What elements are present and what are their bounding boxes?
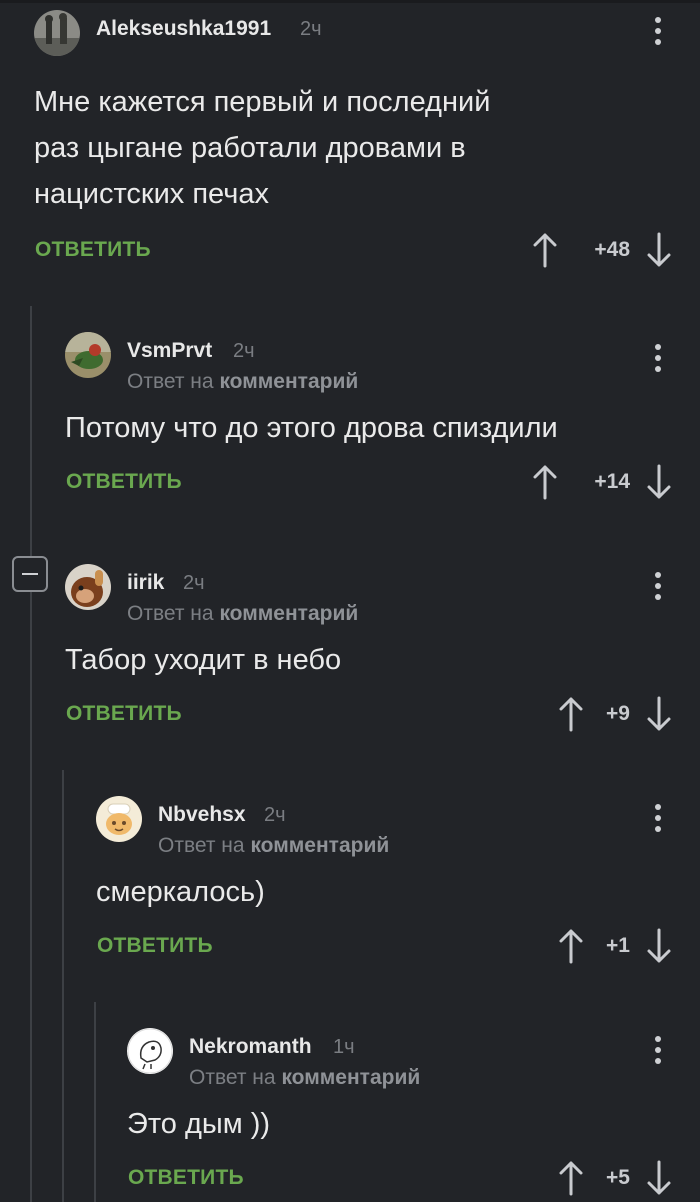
avatar[interactable] [65, 564, 111, 610]
arrow-up-icon[interactable] [558, 1160, 584, 1196]
arrow-down-icon[interactable] [646, 232, 672, 268]
avatar[interactable] [65, 332, 111, 378]
more-vertical-icon [655, 1036, 661, 1042]
arrow-down-icon[interactable] [646, 464, 672, 500]
score: +14 [594, 470, 630, 493]
arrow-up-icon[interactable] [558, 696, 584, 732]
arrow-down-icon[interactable] [646, 1160, 672, 1196]
reply-to-label: Ответ на комментарий [189, 1066, 421, 1089]
collapse-thread-button[interactable] [12, 556, 48, 592]
reply-button[interactable]: ОТВЕТИТЬ [66, 470, 182, 494]
top-divider [0, 0, 700, 3]
score: +5 [606, 1166, 630, 1189]
comment-text: Это дым )) [127, 1108, 271, 1140]
timestamp: 2ч [183, 572, 205, 594]
score: +9 [606, 702, 630, 725]
vote-controls: +1 [558, 928, 672, 964]
reply-to-link[interactable]: комментарий [219, 370, 358, 393]
minus-icon [22, 573, 38, 575]
avatar[interactable] [127, 1028, 173, 1074]
reply-to-label: Ответ на комментарий [127, 370, 359, 393]
arrow-down-icon[interactable] [646, 928, 672, 964]
reply-to-link[interactable]: комментарий [219, 602, 358, 625]
reply-to-label: Ответ на комментарий [158, 834, 390, 857]
comment-menu-button[interactable] [648, 13, 668, 49]
reply-to-label: Ответ на комментарий [127, 602, 359, 625]
username[interactable]: Nbvehsx [158, 803, 246, 827]
arrow-up-icon[interactable] [532, 464, 558, 500]
more-vertical-icon [655, 17, 661, 23]
timestamp: 1ч [333, 1036, 355, 1058]
comment-text: смеркалось) [96, 876, 265, 908]
comment-menu-button[interactable] [648, 568, 668, 604]
comment-text: Мне кажется первый и последний раз цыган… [34, 86, 491, 210]
username[interactable]: Nekromanth [189, 1035, 312, 1059]
avatar[interactable] [96, 796, 142, 842]
reply-button[interactable]: ОТВЕТИТЬ [66, 702, 182, 726]
reply-button[interactable]: ОТВЕТИТЬ [35, 238, 151, 262]
reply-to-link[interactable]: комментарий [281, 1066, 420, 1089]
vote-controls: +5 [558, 1160, 672, 1196]
timestamp: 2ч [264, 804, 286, 826]
reply-to-link[interactable]: комментарий [250, 834, 389, 857]
comment-menu-button[interactable] [648, 800, 668, 836]
reply-button[interactable]: ОТВЕТИТЬ [97, 934, 213, 958]
timestamp: 2ч [300, 18, 322, 40]
reply-button[interactable]: ОТВЕТИТЬ [128, 1166, 244, 1190]
score: +48 [594, 238, 630, 261]
avatar[interactable] [34, 10, 80, 56]
vote-controls: +48 [532, 232, 672, 268]
arrow-up-icon[interactable] [532, 232, 558, 268]
arrow-up-icon[interactable] [558, 928, 584, 964]
score: +1 [606, 934, 630, 957]
comment-menu-button[interactable] [648, 340, 668, 376]
timestamp: 2ч [233, 340, 255, 362]
comment-menu-button[interactable] [648, 1032, 668, 1068]
username[interactable]: VsmPrvt [127, 339, 212, 363]
comment-text: Табор уходит в небо [65, 644, 342, 676]
vote-controls: +14 [532, 464, 672, 500]
thread-line-level-1 [30, 306, 32, 1202]
more-vertical-icon [655, 804, 661, 810]
more-vertical-icon [655, 572, 661, 578]
vote-controls: +9 [558, 696, 672, 732]
arrow-down-icon[interactable] [646, 696, 672, 732]
thread-line-level-2 [62, 770, 64, 1202]
comment-text: Потому что до этого дрова спиздили [65, 412, 558, 444]
thread-line-level-3 [94, 1002, 96, 1202]
username[interactable]: Alekseushka1991 [96, 17, 271, 41]
username[interactable]: iirik [127, 571, 164, 595]
more-vertical-icon [655, 344, 661, 350]
